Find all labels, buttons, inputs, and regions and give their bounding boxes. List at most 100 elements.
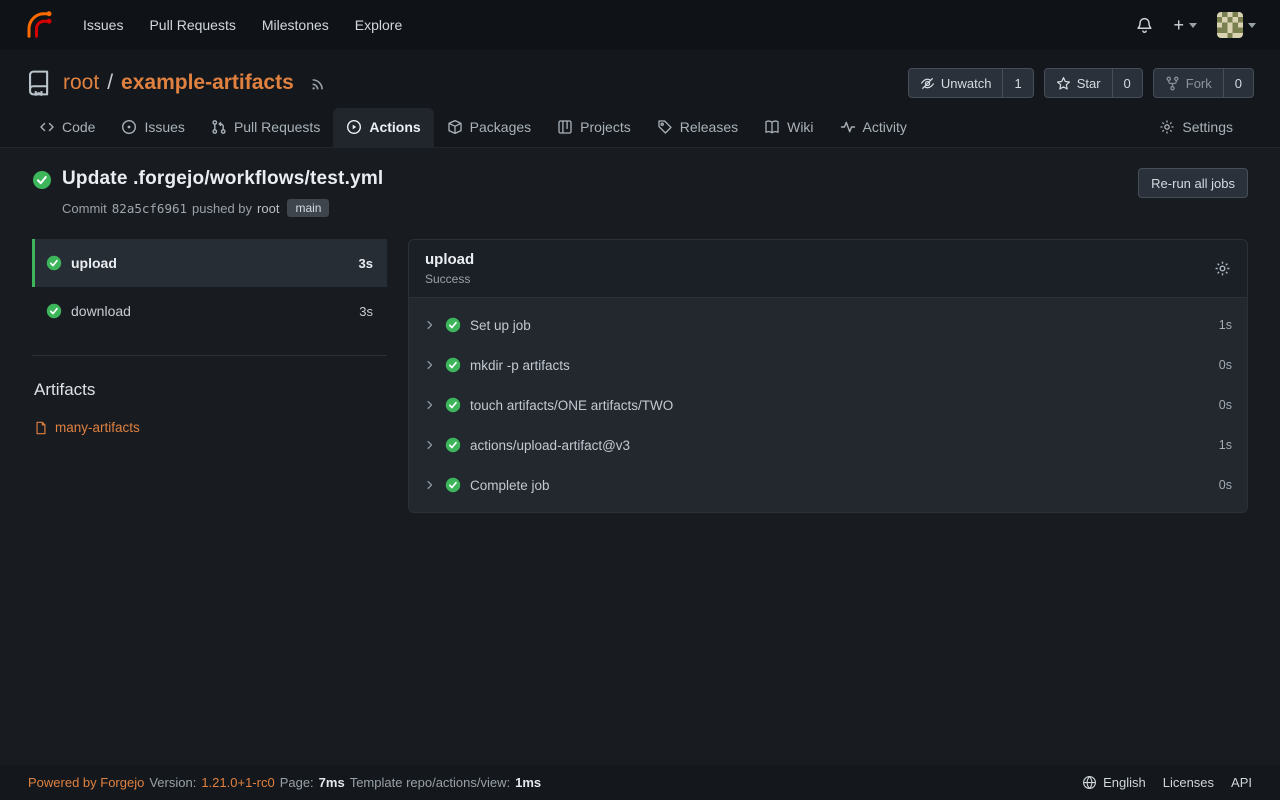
globe-icon	[1082, 775, 1097, 790]
step-duration: 1s	[1219, 438, 1232, 452]
tab-code-label: Code	[62, 119, 95, 135]
forgejo-logo[interactable]	[24, 10, 54, 40]
topbar-right: +	[1136, 12, 1262, 38]
star-button[interactable]: Star 0	[1044, 68, 1143, 98]
run-meta: Commit 82a5cf6961 pushed by root main	[62, 199, 383, 217]
watch-count[interactable]: 1	[1002, 69, 1032, 97]
step-row[interactable]: touch artifacts/ONE artifacts/TWO 0s	[409, 385, 1247, 425]
repo-name-link[interactable]: example-artifacts	[121, 71, 294, 95]
job-row-upload[interactable]: upload 3s	[32, 239, 387, 287]
job-options-gear-icon[interactable]	[1214, 260, 1231, 277]
job-duration: 3s	[359, 304, 373, 319]
check-circle-icon	[445, 397, 461, 413]
tab-pull-requests[interactable]: Pull Requests	[198, 108, 333, 147]
nav-explore[interactable]: Explore	[342, 11, 415, 39]
tab-settings[interactable]: Settings	[1146, 108, 1246, 147]
star-count[interactable]: 0	[1112, 69, 1142, 97]
step-list: Set up job 1s mkdir -p artifacts 0s touc…	[409, 297, 1247, 512]
version-link[interactable]: 1.21.0+1-rc0	[201, 775, 274, 790]
job-panel-header: upload Success	[409, 240, 1247, 297]
repo-header: root / example-artifacts	[0, 50, 1280, 148]
repo-owner-link[interactable]: root	[63, 71, 99, 95]
user-menu-button[interactable]	[1217, 12, 1256, 38]
tab-packages[interactable]: Packages	[434, 108, 544, 147]
nav-milestones[interactable]: Milestones	[249, 11, 342, 39]
tab-issues-label: Issues	[144, 119, 184, 135]
tab-actions-label: Actions	[369, 119, 420, 135]
powered-by-link[interactable]: Powered by Forgejo	[28, 775, 144, 790]
step-label: Complete job	[470, 478, 550, 493]
tab-activity[interactable]: Activity	[827, 108, 920, 147]
play-circle-icon	[346, 119, 362, 135]
job-status-text: Success	[425, 272, 474, 286]
chevron-right-icon	[424, 359, 436, 371]
primary-nav: Issues Pull Requests Milestones Explore	[70, 11, 415, 39]
repo-title-row: root / example-artifacts	[26, 68, 1254, 98]
unwatch-button[interactable]: Unwatch 1	[908, 68, 1034, 98]
check-circle-icon	[445, 477, 461, 493]
job-row-download[interactable]: download 3s	[32, 287, 387, 335]
repo-actions: Unwatch 1 Star 0	[908, 68, 1254, 98]
gear-icon	[1159, 119, 1175, 135]
nav-pull-requests[interactable]: Pull Requests	[136, 11, 248, 39]
create-new-button[interactable]: +	[1173, 16, 1197, 34]
job-panel-title: upload	[425, 251, 474, 268]
nav-issues[interactable]: Issues	[70, 11, 136, 39]
step-duration: 0s	[1219, 398, 1232, 412]
step-row[interactable]: mkdir -p artifacts 0s	[409, 345, 1247, 385]
template-time-label: Template repo/actions/view:	[350, 775, 510, 790]
tab-code[interactable]: Code	[26, 108, 108, 147]
package-icon	[447, 119, 463, 135]
chevron-right-icon	[424, 439, 436, 451]
step-duration: 0s	[1219, 358, 1232, 372]
version-label: Version:	[149, 775, 196, 790]
fork-button[interactable]: Fork 0	[1153, 68, 1254, 98]
branch-badge[interactable]: main	[287, 199, 329, 217]
rerun-all-jobs-button[interactable]: Re-run all jobs	[1138, 168, 1248, 198]
run-head-left: Update .forgejo/workflows/test.yml Commi…	[32, 168, 383, 217]
tab-actions[interactable]: Actions	[333, 108, 433, 147]
job-list: upload 3s download 3s Artifacts many-art…	[32, 239, 387, 435]
unwatch-label: Unwatch	[941, 76, 992, 91]
plus-icon: +	[1173, 16, 1184, 34]
licenses-link[interactable]: Licenses	[1163, 775, 1214, 790]
step-row[interactable]: Set up job 1s	[409, 305, 1247, 345]
tab-settings-label: Settings	[1182, 119, 1233, 135]
api-link[interactable]: API	[1231, 775, 1252, 790]
run-header: Update .forgejo/workflows/test.yml Commi…	[32, 168, 1248, 217]
step-row[interactable]: Complete job 0s	[409, 465, 1247, 505]
step-label: touch artifacts/ONE artifacts/TWO	[470, 398, 673, 413]
chevron-right-icon	[424, 479, 436, 491]
step-row[interactable]: actions/upload-artifact@v3 1s	[409, 425, 1247, 465]
step-label: Set up job	[470, 318, 531, 333]
tab-wiki[interactable]: Wiki	[751, 108, 826, 147]
footer-meta: Powered by Forgejo Version: 1.21.0+1-rc0…	[28, 775, 541, 790]
breadcrumb-separator: /	[107, 71, 113, 95]
eye-off-icon	[920, 76, 935, 91]
artifact-link-many-artifacts[interactable]: many-artifacts	[34, 420, 387, 435]
step-label: mkdir -p artifacts	[470, 358, 570, 373]
code-icon	[39, 119, 55, 135]
job-duration: 3s	[359, 256, 373, 271]
tab-issues[interactable]: Issues	[108, 108, 197, 147]
star-icon	[1056, 76, 1071, 91]
artifact-name: many-artifacts	[55, 420, 140, 435]
fork-count[interactable]: 0	[1223, 69, 1253, 97]
pusher-link[interactable]: root	[257, 201, 279, 216]
language-selector[interactable]: English	[1082, 775, 1146, 790]
check-circle-icon	[445, 437, 461, 453]
notifications-button[interactable]	[1136, 17, 1153, 34]
run-body: upload 3s download 3s Artifacts many-art…	[32, 239, 1248, 513]
tab-releases[interactable]: Releases	[644, 108, 751, 147]
tab-projects[interactable]: Projects	[544, 108, 644, 147]
page-time-label: Page:	[280, 775, 314, 790]
book-icon	[764, 119, 780, 135]
commit-sha-link[interactable]: 82a5cf6961	[112, 201, 187, 216]
pushed-by-label: pushed by	[192, 201, 252, 216]
check-circle-icon	[445, 317, 461, 333]
repo-title-left: root / example-artifacts	[26, 70, 327, 96]
actions-run-page: Update .forgejo/workflows/test.yml Commi…	[0, 148, 1280, 513]
tab-projects-label: Projects	[580, 119, 631, 135]
rss-icon[interactable]	[310, 75, 327, 92]
chevron-right-icon	[424, 399, 436, 411]
